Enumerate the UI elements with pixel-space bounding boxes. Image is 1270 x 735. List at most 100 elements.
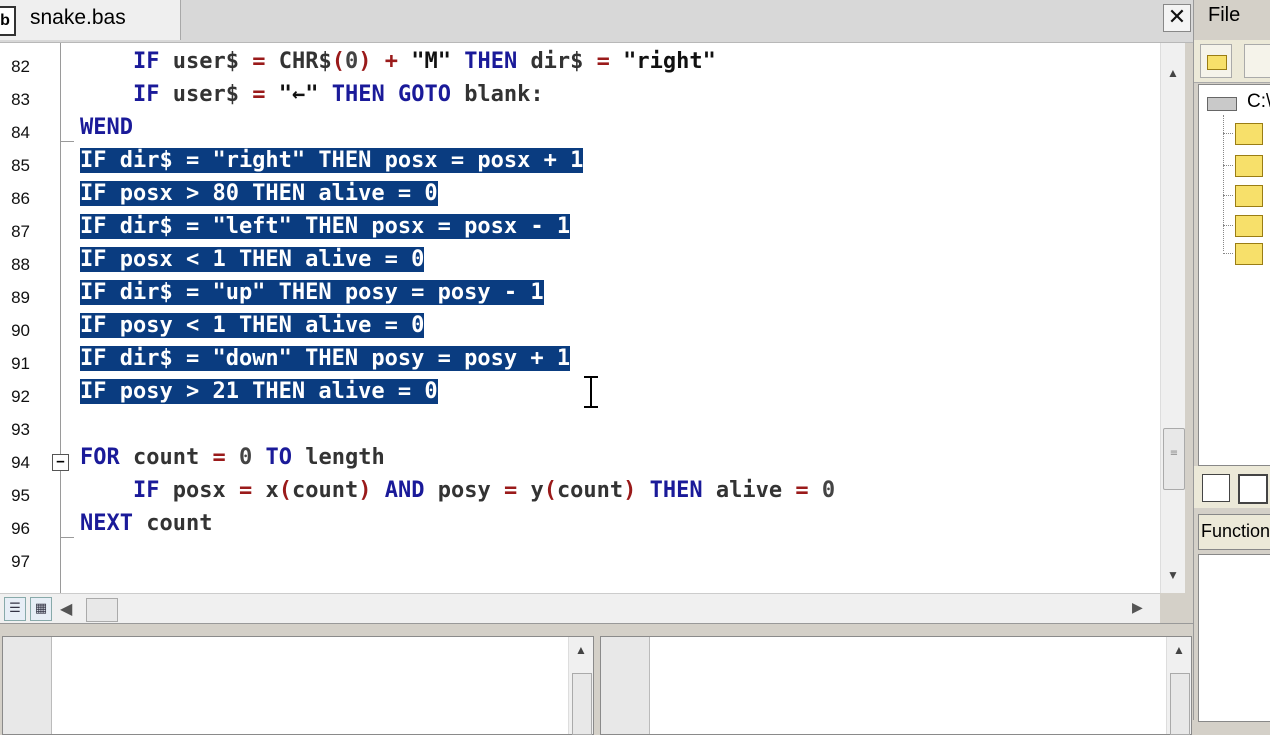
code-line[interactable]: IF dir$ = "down" THEN posy = posy + 1 <box>80 346 571 379</box>
code-text: IF posx = x(count) AND posy = y(count) T… <box>80 478 835 503</box>
code-line[interactable]: IF posx = x(count) AND posy = y(count) T… <box>80 478 835 511</box>
pane-scrollbar[interactable]: ▲ <box>1166 637 1191 735</box>
line-number: 82 <box>11 57 30 76</box>
pane-scrollbar[interactable]: ▲ <box>568 637 593 735</box>
code-line[interactable]: IF dir$ = "left" THEN posx = posx - 1 <box>80 214 571 247</box>
window-icon[interactable] <box>1202 474 1230 502</box>
pane-scroll-thumb[interactable] <box>572 673 592 735</box>
tree-branch <box>1223 165 1233 167</box>
function-tab-label: Function <box>1201 521 1270 541</box>
code-token: ) <box>623 478 637 503</box>
arrow-up-icon[interactable]: ▲ <box>1161 63 1185 83</box>
tab-strip: b snake.bas ✕ <box>0 0 1193 43</box>
code-token: = <box>238 478 253 503</box>
output-pane[interactable]: ▲ <box>2 636 594 735</box>
pane-scroll-thumb[interactable] <box>1170 673 1190 735</box>
drive-label[interactable]: C:\ <box>1247 91 1270 113</box>
view-grid-icon[interactable]: ▦ <box>30 597 52 621</box>
code-token: count <box>291 478 359 503</box>
line-number: 89 <box>11 288 30 307</box>
code-line[interactable]: IF dir$ = "right" THEN posx = posx + 1 <box>80 148 584 181</box>
arrow-right-icon[interactable]: ▶ <box>1132 599 1143 616</box>
window-icon[interactable] <box>1238 474 1268 504</box>
vertical-scrollbar[interactable]: ▲ ≡ ▼ <box>1160 43 1185 593</box>
tab-label: snake.bas <box>30 6 126 29</box>
code-editor[interactable]: 82 83 84 85 86 87 88 89 90 91 92 93 94 95 96 97 IF user… <box>0 43 1160 593</box>
menu-file[interactable]: File <box>1208 4 1240 27</box>
code-line[interactable]: IF posy < 1 THEN alive = 0 <box>80 313 425 346</box>
code-token: IF <box>132 49 160 74</box>
code-token: GOTO <box>397 82 451 107</box>
folder-icon[interactable] <box>1235 155 1263 177</box>
code-token: ) <box>358 49 372 74</box>
code-token: 0 <box>821 478 836 503</box>
code-token: 0 <box>344 49 359 74</box>
folder-icon[interactable] <box>1235 185 1263 207</box>
folder-icon[interactable] <box>1235 215 1263 237</box>
horizontal-scrollbar[interactable]: ☰ ▦ ◀ ▶ <box>0 593 1160 624</box>
code-token: blank: <box>464 82 544 107</box>
vertical-scroll-thumb[interactable]: ≡ <box>1163 428 1185 490</box>
close-icon[interactable]: ✕ <box>1163 4 1191 32</box>
folder-icon[interactable] <box>1235 123 1263 145</box>
code-token: + <box>384 49 398 74</box>
code-line[interactable]: IF dir$ = "up" THEN posy = posy - 1 <box>80 280 544 313</box>
arrow-up-icon[interactable]: ▲ <box>1167 643 1191 657</box>
open-folder-icon[interactable] <box>1200 44 1232 78</box>
function-list[interactable] <box>1198 554 1270 722</box>
minus-box-icon[interactable]: − <box>52 454 69 471</box>
explorer-panel: File C:\ Function <box>1193 0 1270 722</box>
pane-strip <box>3 637 52 734</box>
fold-end-marker <box>60 141 74 142</box>
pane-strip <box>601 637 650 734</box>
code-line[interactable]: IF posy > 21 THEN alive = 0 <box>80 379 438 412</box>
horizontal-scroll-thumb[interactable] <box>86 598 118 622</box>
arrow-down-icon[interactable]: ▼ <box>1161 565 1185 585</box>
arrow-left-icon[interactable]: ◀ <box>60 599 72 619</box>
view-list-icon[interactable]: ☰ <box>4 597 26 621</box>
code-line[interactable]: WEND <box>80 115 133 148</box>
code-line[interactable]: NEXT count <box>80 511 212 544</box>
code-token: posx <box>172 478 226 503</box>
tab-function[interactable]: Function <box>1198 514 1270 550</box>
code-line[interactable]: FOR count = 0 TO length <box>80 445 385 478</box>
code-token: ) <box>358 478 372 503</box>
code-token: = <box>252 82 266 107</box>
code-token: posy <box>437 478 491 503</box>
basic-file-icon: b <box>0 6 16 36</box>
code-token: NEXT <box>80 511 133 536</box>
code-line[interactable]: IF user$ = CHR$(0) + "M" THEN dir$ = "ri… <box>80 49 716 82</box>
tab-snake-bas[interactable]: b snake.bas <box>0 0 181 40</box>
code-token: = <box>503 478 518 503</box>
code-line[interactable]: IF user$ = "←" THEN GOTO blank: <box>80 82 544 115</box>
code-line[interactable]: IF posx > 80 THEN alive = 0 <box>80 181 438 214</box>
text-cursor <box>590 376 592 408</box>
folder-tree[interactable]: C:\ <box>1198 84 1270 466</box>
document-icon[interactable] <box>1244 44 1270 78</box>
code-text: IF posx > 80 THEN alive = 0 <box>80 181 438 206</box>
code-line[interactable]: IF posx < 1 THEN alive = 0 <box>80 247 425 280</box>
code-text: IF posx < 1 THEN alive = 0 <box>80 247 425 272</box>
code-token: ( <box>331 49 345 74</box>
code-text: IF dir$ = "down" THEN posy = posy + 1 <box>80 346 571 371</box>
arrow-up-icon[interactable]: ▲ <box>569 643 593 657</box>
code-token: "←" <box>278 82 319 107</box>
messages-pane[interactable]: ▲ <box>600 636 1192 735</box>
code-text: IF posy < 1 THEN alive = 0 <box>80 313 425 338</box>
tree-branch <box>1223 225 1233 227</box>
folder-icon[interactable] <box>1235 243 1263 265</box>
